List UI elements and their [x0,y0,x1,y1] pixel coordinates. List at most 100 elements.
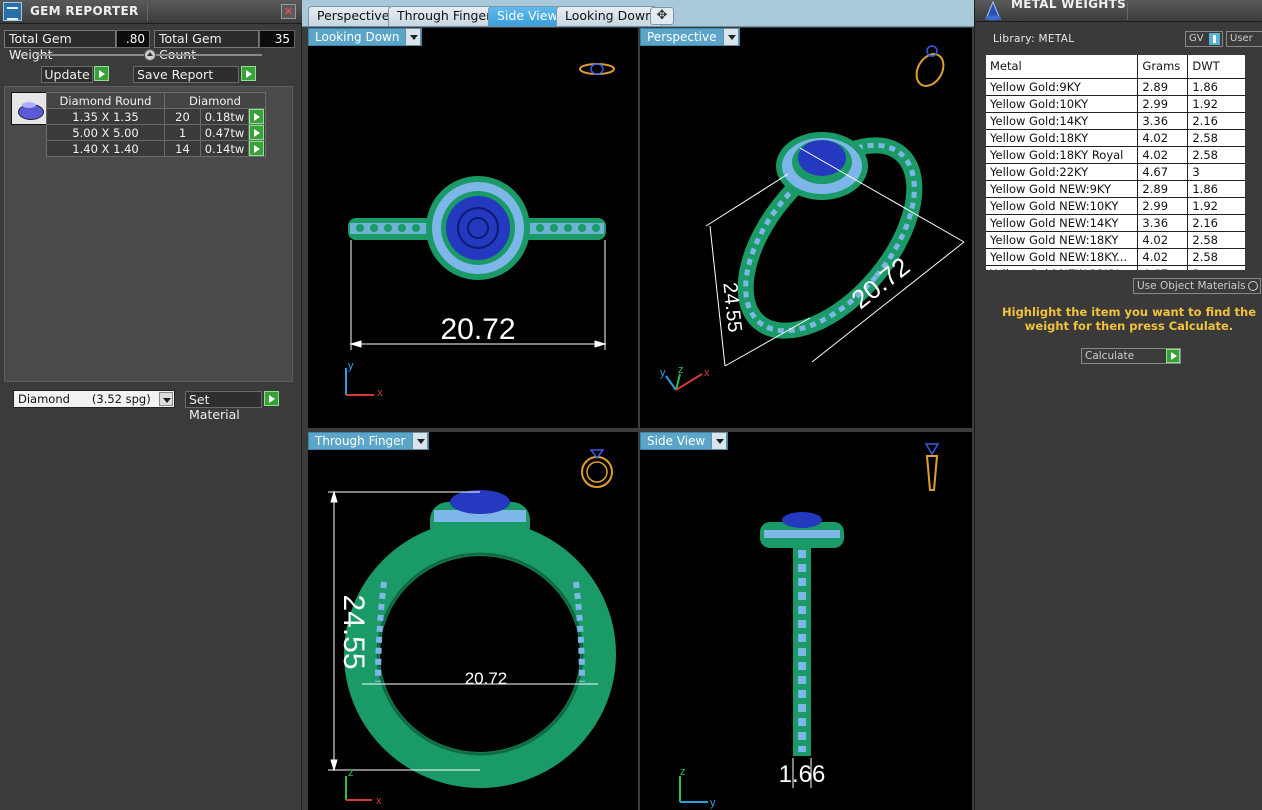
gem-size: 1.40 X 1.40 [46,140,165,157]
axis-label-y: y [660,367,666,379]
library-label: Library: METAL [993,33,1075,45]
metal-grams: 2.89 [1137,180,1189,198]
viewport-title: Looking Down [315,30,400,44]
total-gem-weight-label: Total Gem Weight [4,30,116,62]
material-select[interactable]: Diamond (3.52 spg) [13,390,175,408]
halo [430,490,530,544]
tab-side-view[interactable]: Side View [488,6,567,26]
axis-label-z: z [678,364,684,376]
height-dimension-text: 24.55 [718,281,745,333]
metal-dwt: 2.16 [1187,214,1245,232]
set-material-go-icon[interactable] [264,391,279,406]
gem-row-go-icon[interactable] [249,125,264,140]
column-header-grams: Grams [1137,55,1189,79]
metal-row[interactable]: Yellow Gold:18KY 4.02 2.58 [986,129,1245,147]
view-orientation-icon [915,45,945,87]
chevron-down-icon[interactable] [722,28,739,46]
metal-grams: 3.36 [1137,214,1189,232]
gem-row-go-icon[interactable] [249,109,264,124]
metal-grams: 3.36 [1137,112,1189,130]
viewport-title: Through Finger [315,434,406,448]
save-report-button[interactable]: Save Report [133,66,239,83]
metal-row[interactable]: Yellow Gold NEW:18KY... 4.02 2.58 [986,248,1245,266]
set-material-button[interactable]: Set Material [185,391,262,422]
viewport-menu-side-view[interactable]: Side View [640,432,729,450]
metal-row[interactable]: Yellow Gold:9KY 2.89 1.86 [986,78,1245,96]
update-button[interactable]: Update [41,66,93,83]
axis-label-x: x [377,387,383,399]
tab-perspective[interactable]: Perspective [308,6,399,26]
metal-row[interactable]: Yellow Gold:10KY 2.99 1.92 [986,95,1245,113]
viewport-perspective[interactable]: 24.55 20.72 y z x Perspective [640,28,972,428]
axis-gizmo [665,373,703,391]
ring-shank [344,520,616,788]
gem-row[interactable]: 1.35 X 1.35 20 0.18tw [46,108,266,125]
metal-dwt: 1.86 [1187,180,1245,198]
metal-weights-icon [985,0,1001,21]
panel-title: METAL WEIGHTS [1011,0,1127,11]
metal-row[interactable]: Yellow Gold NEW:9KY 2.89 1.86 [986,180,1245,198]
metal-row[interactable]: Yellow Gold NEW:22KY4.673 [986,265,1245,270]
axis-gizmo [345,776,372,801]
gem-weight: 0.47tw [200,124,249,141]
gv-toggle[interactable]: GV [1185,31,1223,47]
viewport-menu-looking-down[interactable]: Looking Down [308,28,423,46]
metal-row[interactable]: Yellow Gold NEW:18KY 4.02 2.58 [986,231,1245,249]
chevron-down-icon[interactable] [405,28,422,46]
metal-row[interactable]: Yellow Gold:22KY 4.67 3 [986,163,1245,181]
view-orientation-icon [579,63,615,75]
width-dimension-text: 20.72 [465,669,508,688]
metal-name: Yellow Gold NEW:22KY [986,265,1139,270]
metal-row[interactable]: Yellow Gold NEW:14KY 3.36 2.16 [986,214,1245,232]
metal-name: Yellow Gold NEW:14KY [986,214,1139,232]
viewport-menu-perspective[interactable]: Perspective [640,28,740,46]
metal-grams: 2.99 [1137,197,1189,215]
calculate-go-icon[interactable] [1166,349,1180,363]
metal-grams: 4.02 [1137,129,1189,147]
close-icon[interactable]: ✕ [281,4,296,19]
metal-dwt: 3 [1187,265,1245,270]
save-report-go-icon[interactable] [241,66,256,81]
metal-name: Yellow Gold:10KY [986,95,1139,113]
gem-reporter-icon [3,2,22,21]
axis-label-x: x [704,367,710,379]
tab-through-finger[interactable]: Through Finger [388,6,501,26]
chevron-down-icon[interactable] [711,432,728,450]
viewport-area: Perspective Through Finger Side View Loo… [302,0,974,810]
gem-list: Diamond Round Diamond 1.35 X 1.35 20 0.1… [4,86,293,382]
metal-row[interactable]: Yellow Gold:18KY Royal 4.02 2.58 [986,146,1245,164]
metal-grams: 4.67 [1137,163,1189,181]
metal-table-header: Metal Grams DWT [986,55,1245,79]
collapse-slider-handle[interactable] [144,49,156,61]
calculate-hint: Highlight the item you want to find the … [1002,305,1256,333]
chevron-down-icon[interactable] [159,392,173,406]
metal-dwt: 2.16 [1187,112,1245,130]
viewport-through-finger[interactable]: 24.55 20.72 z x Through Finger [308,432,638,810]
metal-row[interactable]: Yellow Gold NEW:10KY 2.99 1.92 [986,197,1245,215]
gem-size: 5.00 X 5.00 [46,124,165,141]
metal-weights-table[interactable]: Metal Grams DWT Yellow Gold:9KY 2.89 1.86 Y… [986,55,1245,270]
update-go-icon[interactable] [94,66,109,81]
gem-table: Diamond Round Diamond 1.35 X 1.35 20 0.1… [46,92,266,157]
metal-dwt: 2.58 [1187,231,1245,249]
metal-name: Yellow Gold:9KY [986,78,1139,96]
viewport-side-view[interactable]: 1.66 z y Side View [640,432,972,810]
viewport-menu-through-finger[interactable]: Through Finger [308,432,429,450]
calculate-button[interactable]: Calculate [1081,348,1181,364]
use-object-materials-toggle[interactable]: Use Object Materials [1133,278,1261,294]
gem-row[interactable]: 5.00 X 5.00 1 0.47tw [46,124,266,141]
user-toggle[interactable]: User [1226,31,1262,47]
metal-name: Yellow Gold:22KY [986,163,1139,181]
axis-label-x: x [376,795,382,807]
viewport-looking-down[interactable]: 20.72 y x Looking Down [308,28,638,428]
metal-name: Yellow Gold:18KY Royal [986,146,1139,164]
chevron-down-icon[interactable] [411,432,428,450]
gem-row[interactable]: 1.40 X 1.40 14 0.14tw [46,140,266,157]
metal-row[interactable]: Yellow Gold:14KY 3.36 2.16 [986,112,1245,130]
tab-looking-down[interactable]: Looking Down [556,6,663,26]
gem-row-go-icon[interactable] [249,141,264,156]
diamond-round-icon[interactable] [11,92,47,125]
axis-label-z: z [680,766,686,778]
add-view-icon[interactable]: ✥ [650,7,674,25]
metal-name: Yellow Gold NEW:10KY [986,197,1139,215]
